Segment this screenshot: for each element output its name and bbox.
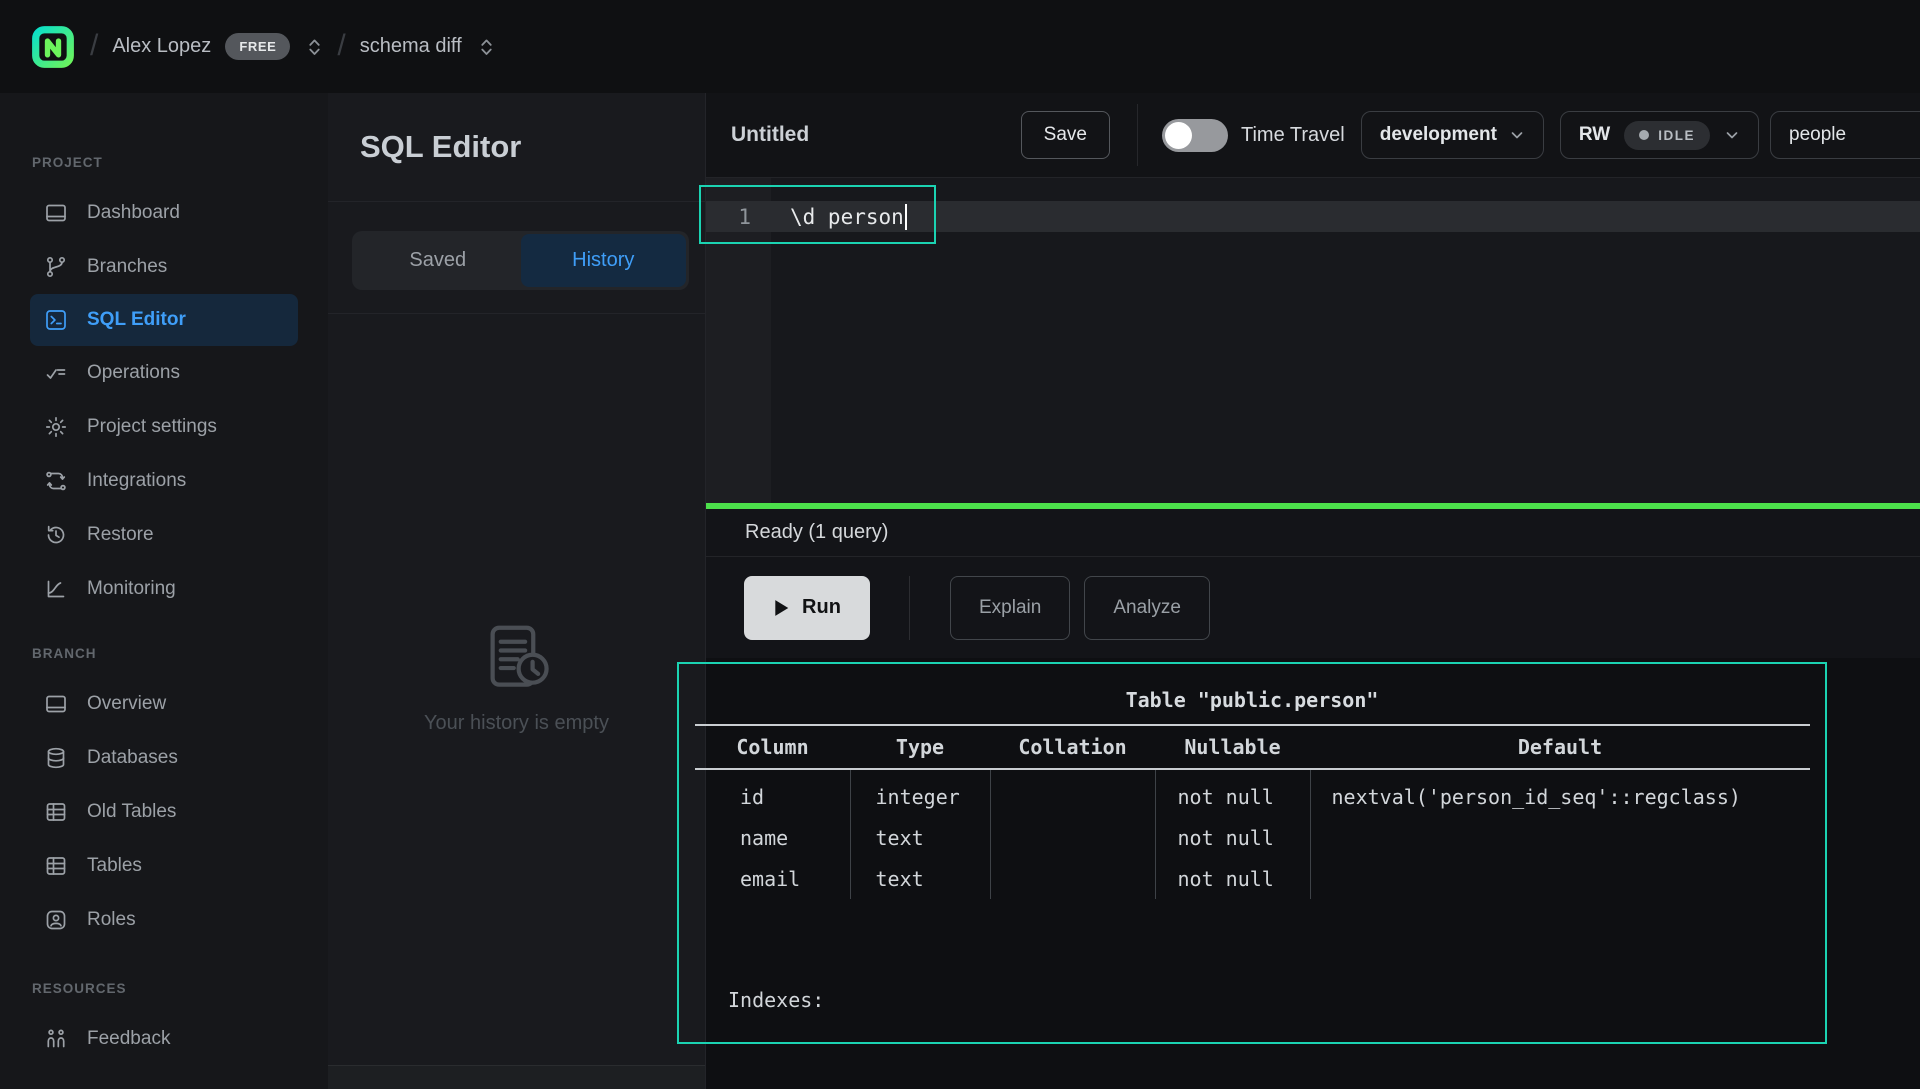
time-travel-group: Time Travel [1162,119,1345,152]
org-name[interactable]: Alex Lopez [112,35,211,58]
roles-user-icon [44,908,68,932]
result-table: Column Type Collation Nullable Default i… [695,724,1810,899]
query-results: Table "public.person" Column Type Collat… [706,658,1920,1089]
compute-type: RW [1579,124,1610,146]
table-row: name text not null [695,817,1810,858]
spacer-row [695,769,1810,776]
sidebar-section-resources: RESOURCES [32,981,328,996]
chevron-down-icon [1509,127,1525,143]
code-text: \d person [771,205,904,229]
operations-icon [44,361,68,385]
branch-selector[interactable]: development [1361,111,1544,159]
chevron-down-icon [1724,127,1740,143]
column-header: Nullable [1155,725,1310,769]
tab-history[interactable]: History [521,234,687,287]
branches-icon [44,255,68,279]
sidebar-section-branch: BRANCH [32,646,328,661]
status-bar: Ready (1 query) [706,509,1920,557]
history-empty-text: Your history is empty [328,712,705,735]
overview-icon [44,692,68,716]
panel-footer [328,1065,705,1089]
status-text: Ready (1 query) [745,521,888,544]
sql-editor-icon [44,308,68,332]
run-button[interactable]: Run [744,576,870,640]
sidebar-item-restore[interactable]: Restore [0,508,328,562]
breadcrumb-slash: / [90,29,98,63]
sidebar-item-operations[interactable]: Operations [0,346,328,400]
sidebar-item-sql-editor[interactable]: SQL Editor [30,294,298,346]
app-root: / Alex Lopez FREE / schema diff PROJECT … [0,0,1920,1089]
editor-header: Untitled Save Time Travel development RW… [706,93,1920,177]
database-icon [44,746,68,770]
settings-gear-icon [44,415,68,439]
history-empty-state: Your history is empty [328,618,705,735]
project-name[interactable]: schema diff [360,35,462,58]
sidebar-item-project-settings[interactable]: Project settings [0,400,328,454]
text-cursor [905,204,908,230]
table-grid-icon [44,854,68,878]
sidebar-item-tables[interactable]: Tables [0,839,328,893]
indexes-block: Indexes: "person_pkey" PRIMARY KEY, btre… [728,907,1404,1089]
time-travel-toggle[interactable] [1162,119,1228,152]
status-dot-icon [1639,130,1649,140]
sidebar-item-feedback[interactable]: Feedback [0,1012,328,1066]
sidebar-item-databases[interactable]: Databases [0,731,328,785]
restore-clock-icon [44,523,68,547]
table-row: id integer not null nextval('person_id_s… [695,776,1810,817]
compute-status-badge: IDLE [1624,121,1710,150]
plan-badge: FREE [225,33,290,60]
sidebar-section-project: PROJECT [32,155,328,170]
result-header-row: Column Type Collation Nullable Default [695,725,1810,769]
sql-editor-panel: SQL Editor Saved History Your history is… [328,93,706,1089]
saved-history-tabs: Saved History [352,231,689,290]
sidebar-item-integrations[interactable]: Integrations [0,454,328,508]
column-header: Collation [990,725,1155,769]
sidebar-item-branches[interactable]: Branches [0,240,328,294]
tabs-container: Saved History [328,202,705,314]
sidebar-item-dashboard[interactable]: Dashboard [0,186,328,240]
integrations-icon [44,469,68,493]
sidebar: PROJECT Dashboard Branches SQL Editor Op… [0,93,329,1089]
column-header: Default [1310,725,1810,769]
sidebar-item-old-tables[interactable]: Old Tables [0,785,328,839]
play-icon [773,599,790,617]
history-empty-icon [478,618,556,696]
explain-button[interactable]: Explain [950,576,1070,640]
column-header: Type [850,725,990,769]
analyze-button[interactable]: Analyze [1084,576,1210,640]
database-selector[interactable]: people [1770,111,1920,159]
save-button[interactable]: Save [1021,111,1110,159]
project-switcher-icon[interactable] [478,36,495,58]
feedback-people-icon [44,1027,68,1051]
column-header: Column [695,725,850,769]
top-bar: / Alex Lopez FREE / schema diff [0,0,1920,94]
action-divider [909,576,910,640]
org-switcher-icon[interactable] [306,36,323,58]
tab-saved[interactable]: Saved [355,234,521,287]
sidebar-item-monitoring[interactable]: Monitoring [0,562,328,616]
page-title: SQL Editor [360,129,521,165]
breadcrumb-slash: / [337,29,345,63]
toggle-knob [1165,122,1192,149]
monitoring-chart-icon [44,577,68,601]
active-code-line[interactable]: 1 \d person [706,201,1920,232]
compute-selector[interactable]: RW IDLE [1560,111,1759,159]
editor-pane: Untitled Save Time Travel development RW… [706,93,1920,1089]
header-divider [1137,104,1138,166]
dashboard-icon [44,201,68,225]
table-row: email text not null [695,858,1810,899]
time-travel-label: Time Travel [1241,124,1345,147]
action-bar: Run Explain Analyze [706,557,1920,658]
result-table-title: Table "public.person" [677,688,1827,712]
query-tab-title: Untitled [731,123,809,147]
neon-logo-icon[interactable] [30,25,76,69]
table-grid-icon [44,800,68,824]
sidebar-item-overview[interactable]: Overview [0,677,328,731]
panel-header: SQL Editor [328,93,705,202]
indexes-label: Indexes: [728,982,1404,1020]
line-number: 1 [706,205,771,229]
sidebar-item-roles[interactable]: Roles [0,893,328,947]
code-editor[interactable]: 1 \d person [706,177,1920,504]
